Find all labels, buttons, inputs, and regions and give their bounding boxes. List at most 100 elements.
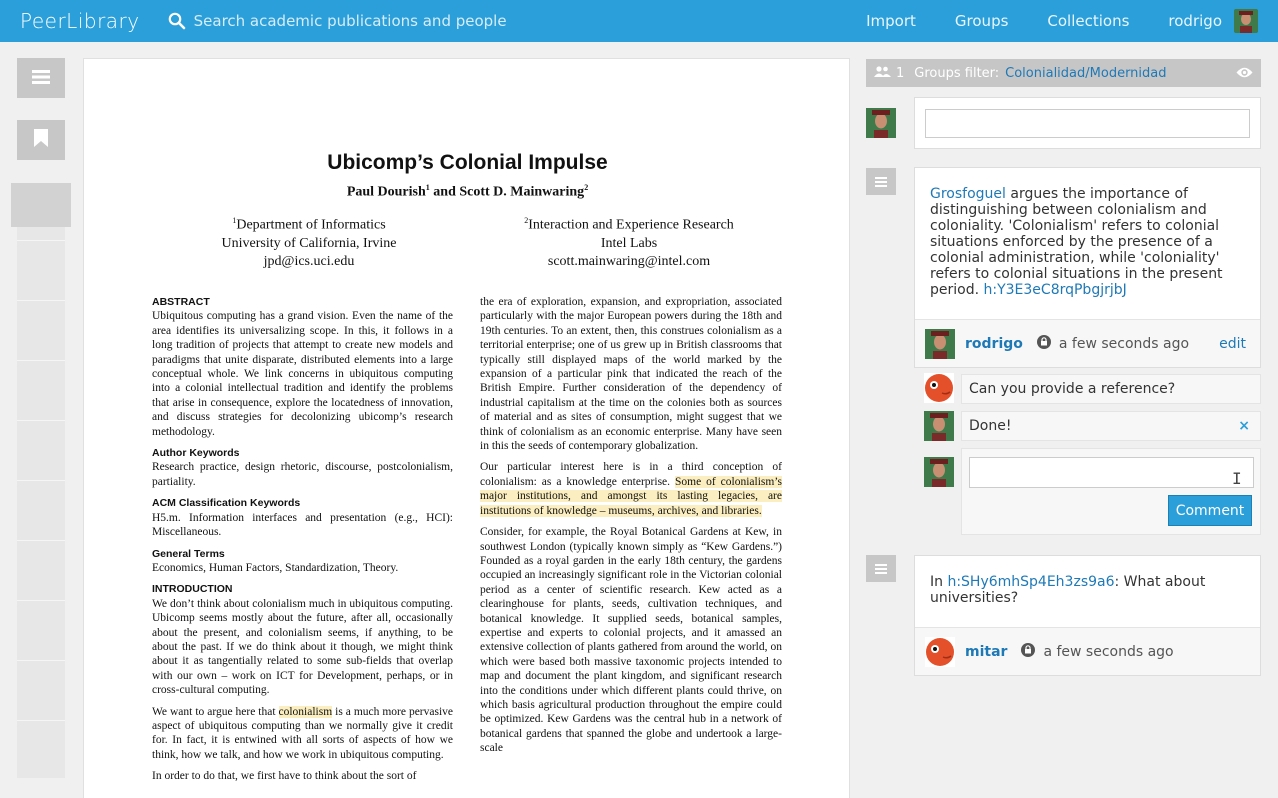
eye-icon[interactable] xyxy=(1236,65,1253,84)
comment-button[interactable]: Comment xyxy=(1168,495,1252,526)
author-name: Paul Dourish xyxy=(346,184,426,200)
text-cursor: I xyxy=(1232,469,1242,488)
annotation-menu-button[interactable] xyxy=(866,168,896,195)
affiliation-line: Interaction and Experience Research xyxy=(528,217,734,233)
groups-filter-value[interactable]: Colonialidad/Modernidad xyxy=(1005,66,1166,81)
new-annotation-card xyxy=(914,97,1261,149)
menu-icon xyxy=(32,69,50,88)
paragraph[interactable]: In order to do that, we first have to th… xyxy=(152,769,453,783)
author-and: and xyxy=(429,184,460,200)
avatar[interactable] xyxy=(924,457,954,487)
annotation-meta: mitar a few seconds ago xyxy=(915,627,1260,675)
annotation-hash-link[interactable]: h:SHy6mhSp4Eh3zs9a6 xyxy=(947,574,1114,590)
thumbnail-divider xyxy=(17,540,65,541)
annotation-card[interactable]: In h:SHy6mhSp4Eh3zs9a6: What about unive… xyxy=(914,555,1261,676)
affiliation-2: 2Interaction and Experience Research Int… xyxy=(489,212,769,271)
annotation-card[interactable]: Grosfoguel argues the importance of dist… xyxy=(914,167,1261,368)
top-nav: Import Groups Collections rodrigo xyxy=(866,0,1278,42)
abstract-heading: ABSTRACT xyxy=(152,296,210,308)
lock-icon xyxy=(1021,642,1036,661)
comment-input[interactable] xyxy=(969,457,1254,488)
thumbnail-divider xyxy=(17,420,65,421)
avatar[interactable] xyxy=(925,328,955,359)
nav-groups[interactable]: Groups xyxy=(955,12,1008,30)
reply-compose: Comment xyxy=(961,448,1261,535)
annotation-menu-button[interactable] xyxy=(866,555,896,582)
timestamp: a few seconds ago xyxy=(1058,335,1190,352)
menu-icon xyxy=(875,172,887,191)
search-input[interactable] xyxy=(193,12,714,30)
keywords-text[interactable]: Research practice, design rhetoric, disc… xyxy=(152,460,453,489)
author-name: Scott D. Mainwaring xyxy=(459,184,585,200)
nav-collections[interactable]: Collections xyxy=(1047,12,1129,30)
affiliation-email: scott.mainwaring@intel.com xyxy=(547,253,711,269)
lock-icon xyxy=(1036,334,1051,353)
annotation-link[interactable]: Grosfoguel xyxy=(930,186,1006,202)
reply-text: Done! xyxy=(969,418,1012,434)
thumbnail-divider xyxy=(17,300,65,301)
thumbnail-divider xyxy=(17,660,65,661)
groups-filter-bar: 1 Groups filter: Colonialidad/Modernidad xyxy=(866,59,1261,87)
abstract-text[interactable]: Ubiquitous computing has a grand vision.… xyxy=(152,309,453,439)
annotation-text: In xyxy=(930,574,948,590)
reply-item: Done! × xyxy=(961,411,1261,441)
annotation-body: Grosfoguel argues the importance of dist… xyxy=(930,186,1250,298)
new-annotation-input[interactable] xyxy=(925,109,1250,138)
reply-text: Can you provide a reference? xyxy=(969,381,1176,397)
highlight[interactable]: colonialism xyxy=(278,705,333,718)
general-terms-text[interactable]: Economics, Human Factors, Standardizatio… xyxy=(152,561,453,575)
app-logo[interactable]: PeerLibrary xyxy=(20,9,140,33)
paragraph[interactable]: Our particular interest here is in a thi… xyxy=(480,460,782,518)
author-name[interactable]: rodrigo xyxy=(965,336,1023,352)
acm-text[interactable]: H5.m. Information interfaces and present… xyxy=(152,511,453,540)
group-count: 1 xyxy=(874,66,904,81)
publication-page[interactable]: Ubicomp’s Colonial Impulse Paul Dourish1… xyxy=(83,58,850,798)
menu-icon xyxy=(875,559,887,578)
bookmark-button[interactable] xyxy=(17,120,65,160)
keywords-heading: Author Keywords xyxy=(152,447,240,460)
paper-title: Ubicomp’s Colonial Impulse xyxy=(327,151,608,174)
close-icon[interactable]: × xyxy=(1238,418,1250,434)
author-name[interactable]: mitar xyxy=(965,644,1007,660)
timestamp: a few seconds ago xyxy=(1043,643,1174,660)
groups-filter-label: Groups filter: xyxy=(914,65,1000,81)
affiliation-1: 1Department of Informatics University of… xyxy=(174,212,444,271)
search-icon xyxy=(168,12,186,30)
menu-button[interactable] xyxy=(17,58,65,98)
paper-authors: Paul Dourish1 and Scott D. Mainwaring2 xyxy=(84,183,851,201)
paper-right-column: the era of exploration, expansion, and e… xyxy=(480,295,782,763)
paragraph[interactable]: We want to argue here that colonialism i… xyxy=(152,705,453,763)
annotation-body: In h:SHy6mhSp4Eh3zs9a6: What about unive… xyxy=(930,574,1250,606)
bookmark-icon xyxy=(34,129,48,151)
general-terms-heading: General Terms xyxy=(152,547,225,560)
affiliation-line: Intel Labs xyxy=(600,235,658,251)
affiliation-email: jpd@ics.uci.edu xyxy=(263,253,355,269)
annotation-hash-link[interactable]: h:Y3E3eC8rqPbgjrjbJ xyxy=(984,282,1127,298)
page-thumbnail-current[interactable] xyxy=(11,183,71,227)
edit-link[interactable]: edit xyxy=(1219,336,1246,352)
search-bar[interactable] xyxy=(168,12,728,30)
annotation-meta: rodrigo a few seconds ago edit xyxy=(915,319,1260,367)
top-bar: PeerLibrary Import Groups Collections ro… xyxy=(0,0,1278,42)
users-icon xyxy=(874,65,891,81)
paragraph-text: We want to argue here that xyxy=(152,705,279,718)
nav-user[interactable]: rodrigo xyxy=(1168,12,1222,30)
author-sup: 2 xyxy=(584,183,589,192)
avatar[interactable] xyxy=(925,636,955,667)
thumbnail-divider xyxy=(17,600,65,601)
thumbnail-divider xyxy=(17,240,65,241)
user-avatar[interactable] xyxy=(1234,9,1258,33)
reply-item: Can you provide a reference? xyxy=(961,374,1261,404)
avatar[interactable] xyxy=(924,411,954,441)
avatar[interactable] xyxy=(924,373,954,403)
nav-import[interactable]: Import xyxy=(866,12,916,30)
avatar[interactable] xyxy=(866,108,896,138)
introduction-heading: INTRODUCTION xyxy=(152,583,233,596)
paragraph[interactable]: the era of exploration, expansion, and e… xyxy=(480,295,782,453)
thumbnail-divider xyxy=(17,360,65,361)
paper-left-column: ABSTRACT Ubiquitous computing has a gran… xyxy=(152,295,453,791)
introduction-text[interactable]: We don’t think about colonialism much in… xyxy=(152,597,453,698)
affiliation-line: University of California, Irvine xyxy=(221,235,397,251)
paragraph[interactable]: Consider, for example, the Royal Botanic… xyxy=(480,525,782,756)
acm-heading: ACM Classification Keywords xyxy=(152,497,301,510)
